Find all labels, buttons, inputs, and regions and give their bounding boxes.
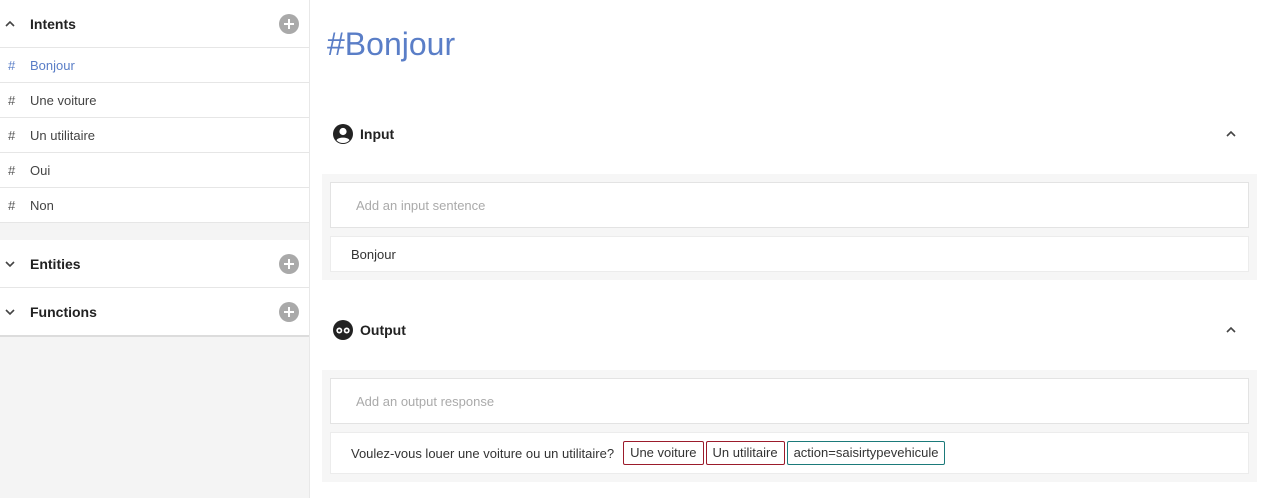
intent-tag-un-utilitaire[interactable]: Un utilitaire (705, 441, 785, 465)
functions-header[interactable]: Functions (0, 288, 309, 337)
page-title: #Bonjour (327, 26, 456, 62)
bot-face-icon (333, 320, 353, 340)
action-tag[interactable]: action=saisirtypevehicule (786, 441, 946, 465)
input-sentence-input[interactable] (354, 196, 1238, 214)
output-section-header[interactable]: Output (332, 315, 1237, 345)
input-sentence-row[interactable]: Bonjour (330, 236, 1249, 272)
hash-icon: # (8, 127, 16, 143)
output-section-title: Output (360, 322, 406, 338)
panel-gap (0, 223, 309, 240)
chevron-up-icon[interactable] (1225, 324, 1237, 336)
intents-panel: Intents # Bonjour # Une voiture # Un uti… (0, 0, 309, 223)
intent-label: Un utilitaire (30, 127, 96, 143)
sidebar-item-un-utilitaire[interactable]: # Un utilitaire (0, 118, 309, 153)
add-function-button[interactable] (279, 301, 299, 322)
intent-label: Une voiture (30, 92, 97, 108)
input-section-body: Bonjour (322, 174, 1257, 280)
intent-label: Bonjour (30, 57, 75, 73)
entities-title: Entities (30, 255, 81, 272)
intent-tag-une-voiture[interactable]: Une voiture (623, 441, 704, 465)
functions-title: Functions (30, 303, 97, 320)
hash-icon: # (8, 57, 16, 73)
sidebar-item-une-voiture[interactable]: # Une voiture (0, 83, 309, 118)
intent-label: Oui (30, 162, 51, 178)
output-section-body: Voulez-vous louer une voiture ou un util… (322, 370, 1257, 482)
entities-header[interactable]: Entities (0, 240, 309, 288)
add-entity-button[interactable] (279, 253, 299, 274)
chevron-down-icon[interactable] (4, 258, 16, 270)
hash-icon: # (8, 92, 16, 108)
hash-icon: # (8, 162, 16, 178)
sidebar-item-oui[interactable]: # Oui (0, 153, 309, 188)
output-response-input[interactable] (354, 392, 1238, 410)
entities-panel: Entities (0, 240, 309, 288)
add-output-response-field[interactable] (330, 378, 1249, 424)
add-input-sentence-field[interactable] (330, 182, 1249, 228)
chevron-up-icon[interactable] (1225, 128, 1237, 140)
input-sentence-text: Bonjour (351, 246, 396, 262)
output-response-text: Voulez-vous louer une voiture ou un util… (351, 445, 615, 461)
sidebar: Intents # Bonjour # Une voiture # Un uti… (0, 0, 310, 498)
input-section-title: Input (360, 126, 395, 142)
intents-header[interactable]: Intents (0, 0, 309, 48)
sidebar-item-bonjour[interactable]: # Bonjour (0, 48, 309, 83)
chevron-up-icon[interactable] (4, 18, 16, 30)
intent-label: Non (30, 197, 54, 213)
main-content: #Bonjour Input Bonjour Output (310, 0, 1261, 498)
hash-icon: # (8, 197, 16, 213)
intents-title: Intents (30, 15, 76, 32)
input-section-header[interactable]: Input (332, 119, 1237, 149)
user-circle-icon (333, 124, 353, 144)
functions-panel: Functions (0, 288, 309, 337)
chevron-down-icon[interactable] (4, 306, 16, 318)
sidebar-item-non[interactable]: # Non (0, 188, 309, 223)
add-intent-button[interactable] (279, 13, 299, 34)
output-response-row[interactable]: Voulez-vous louer une voiture ou un util… (330, 432, 1249, 474)
